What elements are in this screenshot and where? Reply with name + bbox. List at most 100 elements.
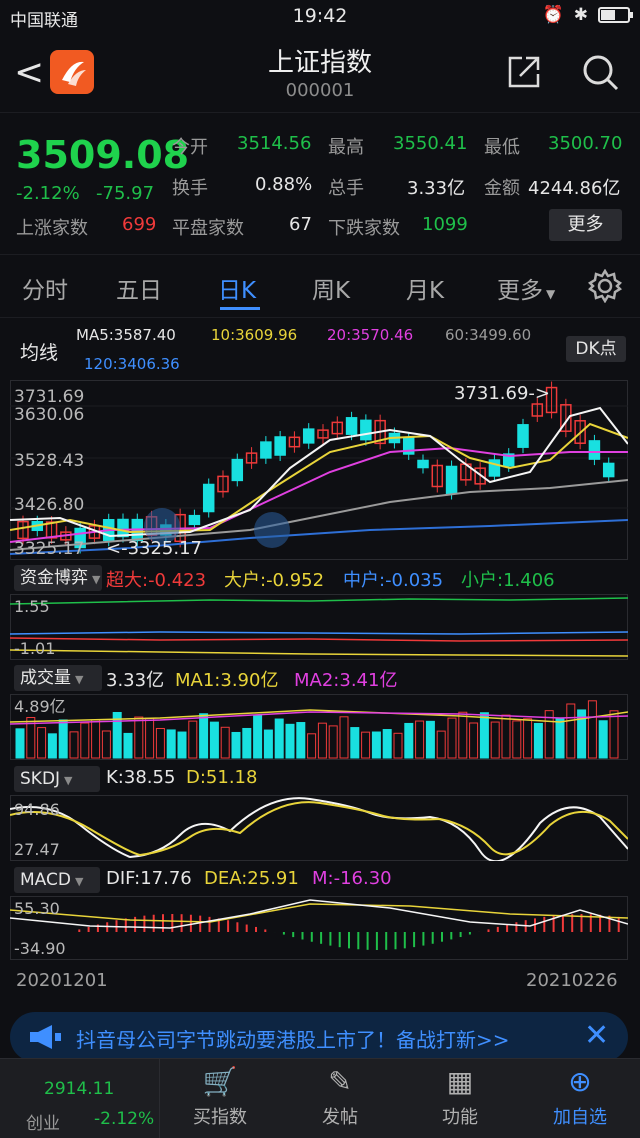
tab-intraday[interactable]: 分时 [22, 271, 68, 305]
app-header: < 上证指数 000001 [0, 34, 640, 110]
volume-bar [361, 731, 371, 759]
last-price: 3509.08 [16, 133, 190, 177]
edit-icon: ✎ [328, 1065, 352, 1098]
search-icon[interactable] [580, 52, 620, 92]
caret-down-icon: ▼ [64, 774, 73, 787]
turnover-value: 0.88% [255, 174, 313, 195]
settings-gear-icon[interactable] [588, 269, 622, 303]
cart-icon: 🛒 [202, 1065, 238, 1098]
volume-bar [177, 731, 187, 759]
tab-five-day[interactable]: 五日 [116, 271, 162, 305]
candle-body [602, 462, 615, 478]
macd-indicator-label: MACD [20, 870, 71, 890]
candle-body [517, 424, 529, 448]
y-axis-label-3: 3426.80 [14, 495, 84, 515]
volume-bar [328, 725, 338, 759]
fund-large-line [10, 649, 628, 657]
tab-monthly-k[interactable]: 月K [406, 271, 444, 305]
macd-dif-value: DIF:17.76 [106, 868, 192, 889]
high-label: 最高 [328, 137, 364, 158]
skdj-y-top: 94.86 [14, 800, 60, 819]
tab-more-label: 更多 [497, 278, 543, 304]
quote-panel: 3509.08 -2.12% -75.97 今开 3514.56 最高 3550… [0, 112, 640, 248]
down-count-label: 下跌家数 [328, 218, 400, 239]
volume-bar [404, 722, 414, 759]
open-value: 3514.56 [237, 133, 312, 154]
tab-weekly-k[interactable]: 周K [312, 271, 350, 305]
volume-bar [479, 712, 489, 759]
fund-medium: 中户:-0.035 [343, 570, 444, 591]
up-count-value: 699 [122, 214, 157, 235]
news-banner[interactable]: 抖音母公司字节跳动要港股上市了！备战打新>> ✕ [10, 1012, 628, 1062]
add-watchlist-button[interactable]: ⊕ 加自选 [520, 1059, 640, 1138]
volume-bar [134, 716, 144, 759]
low-label: 最低 [484, 137, 520, 158]
flat-count-label: 平盘家数 [172, 218, 244, 239]
fund-super-large-line [10, 637, 628, 642]
tab-daily-k[interactable]: 日K [218, 271, 256, 305]
fund-super-large: 超大:-0.423 [106, 570, 207, 591]
skdj-y-bottom: 27.47 [14, 840, 60, 859]
volume-bar [425, 720, 435, 759]
period-tabs: 分时 五日 日K 周K 月K 更多 ▼ [0, 254, 640, 318]
flat-count-value: 67 [289, 214, 312, 235]
close-icon[interactable]: ✕ [584, 1018, 609, 1053]
fund-indicator-button[interactable]: 资金博弈 ▼ [14, 565, 102, 591]
more-quote-button[interactable]: 更多 [549, 209, 622, 241]
macd-chart: 55.30 -34.90 [10, 896, 628, 960]
buy-index-button[interactable]: 🛒 买指数 [160, 1059, 280, 1138]
high-marker-label: 3731.69-> [454, 383, 550, 404]
skdj-chart: 94.86 27.47 [10, 795, 628, 861]
share-icon[interactable] [506, 54, 542, 90]
y-axis-label-2: 3528.43 [14, 451, 84, 471]
volume-indicator-label: 成交量 [20, 668, 71, 688]
macd-y-top: 55.30 [14, 899, 60, 918]
functions-label: 功能 [442, 1107, 478, 1128]
volume-ma2-line [10, 711, 628, 725]
caret-down-icon: ▼ [75, 673, 84, 686]
down-count-value: 1099 [422, 214, 468, 235]
dk-marker-right [254, 512, 290, 548]
ma10-label: 10:3609.96 [211, 326, 298, 344]
volume-bar [199, 713, 209, 759]
candle-body [117, 518, 129, 538]
skdj-k-line [10, 797, 628, 861]
dk-point-button[interactable]: DK点 [566, 336, 626, 362]
chinext-name: 创业 [26, 1114, 60, 1134]
volume-current: 3.33亿 [106, 670, 165, 691]
caret-down-icon: ▼ [92, 573, 101, 586]
buy-index-label: 买指数 [193, 1107, 247, 1128]
volume-bar [469, 722, 479, 759]
chinext-ticker[interactable]: 2914.11 创业 -2.12% [0, 1059, 160, 1138]
candle-body [445, 465, 458, 495]
volume-y-top: 4.89亿 [14, 697, 66, 716]
volume-bar [166, 729, 176, 759]
banner-text: 抖音母公司字节跳动要港股上市了！备战打新>> [76, 1028, 510, 1052]
plus-circle-icon: ⊕ [568, 1065, 592, 1098]
fund-indicator-label: 资金博弈 [20, 568, 88, 588]
volume-bar [263, 729, 273, 759]
volume-bar [458, 711, 468, 759]
candle-body [302, 428, 315, 444]
candle-body [260, 441, 272, 459]
post-button[interactable]: ✎ 发帖 [280, 1059, 400, 1138]
candle-body [202, 483, 215, 513]
ma60-line [10, 479, 628, 551]
volume-indicator-button[interactable]: 成交量 ▼ [14, 665, 102, 691]
fund-medium-line [10, 631, 628, 635]
volume-bar [555, 717, 565, 759]
fund-y-bottom: -1.01 [14, 639, 55, 658]
tab-more[interactable]: 更多 ▼ [497, 271, 555, 305]
functions-button[interactable]: ▦ 功能 [400, 1059, 520, 1138]
ma20-label: 20:3570.46 [327, 326, 414, 344]
volume-bar [609, 710, 619, 759]
volume-bar [285, 723, 295, 759]
skdj-indicator-button[interactable]: SKDJ ▼ [14, 766, 100, 792]
volume-bar [220, 726, 230, 759]
y-axis-label-4: 3325.17 [14, 539, 84, 559]
macd-indicator-button[interactable]: MACD ▼ [14, 867, 100, 893]
low-marker-label: <-3325.17 [106, 538, 202, 559]
volume-bar [371, 731, 381, 759]
candlestick-chart[interactable]: 3731.69 3630.06 3528.43 3426.80 3325.17 … [10, 380, 628, 560]
volume-value: 3.33亿 [407, 178, 466, 199]
